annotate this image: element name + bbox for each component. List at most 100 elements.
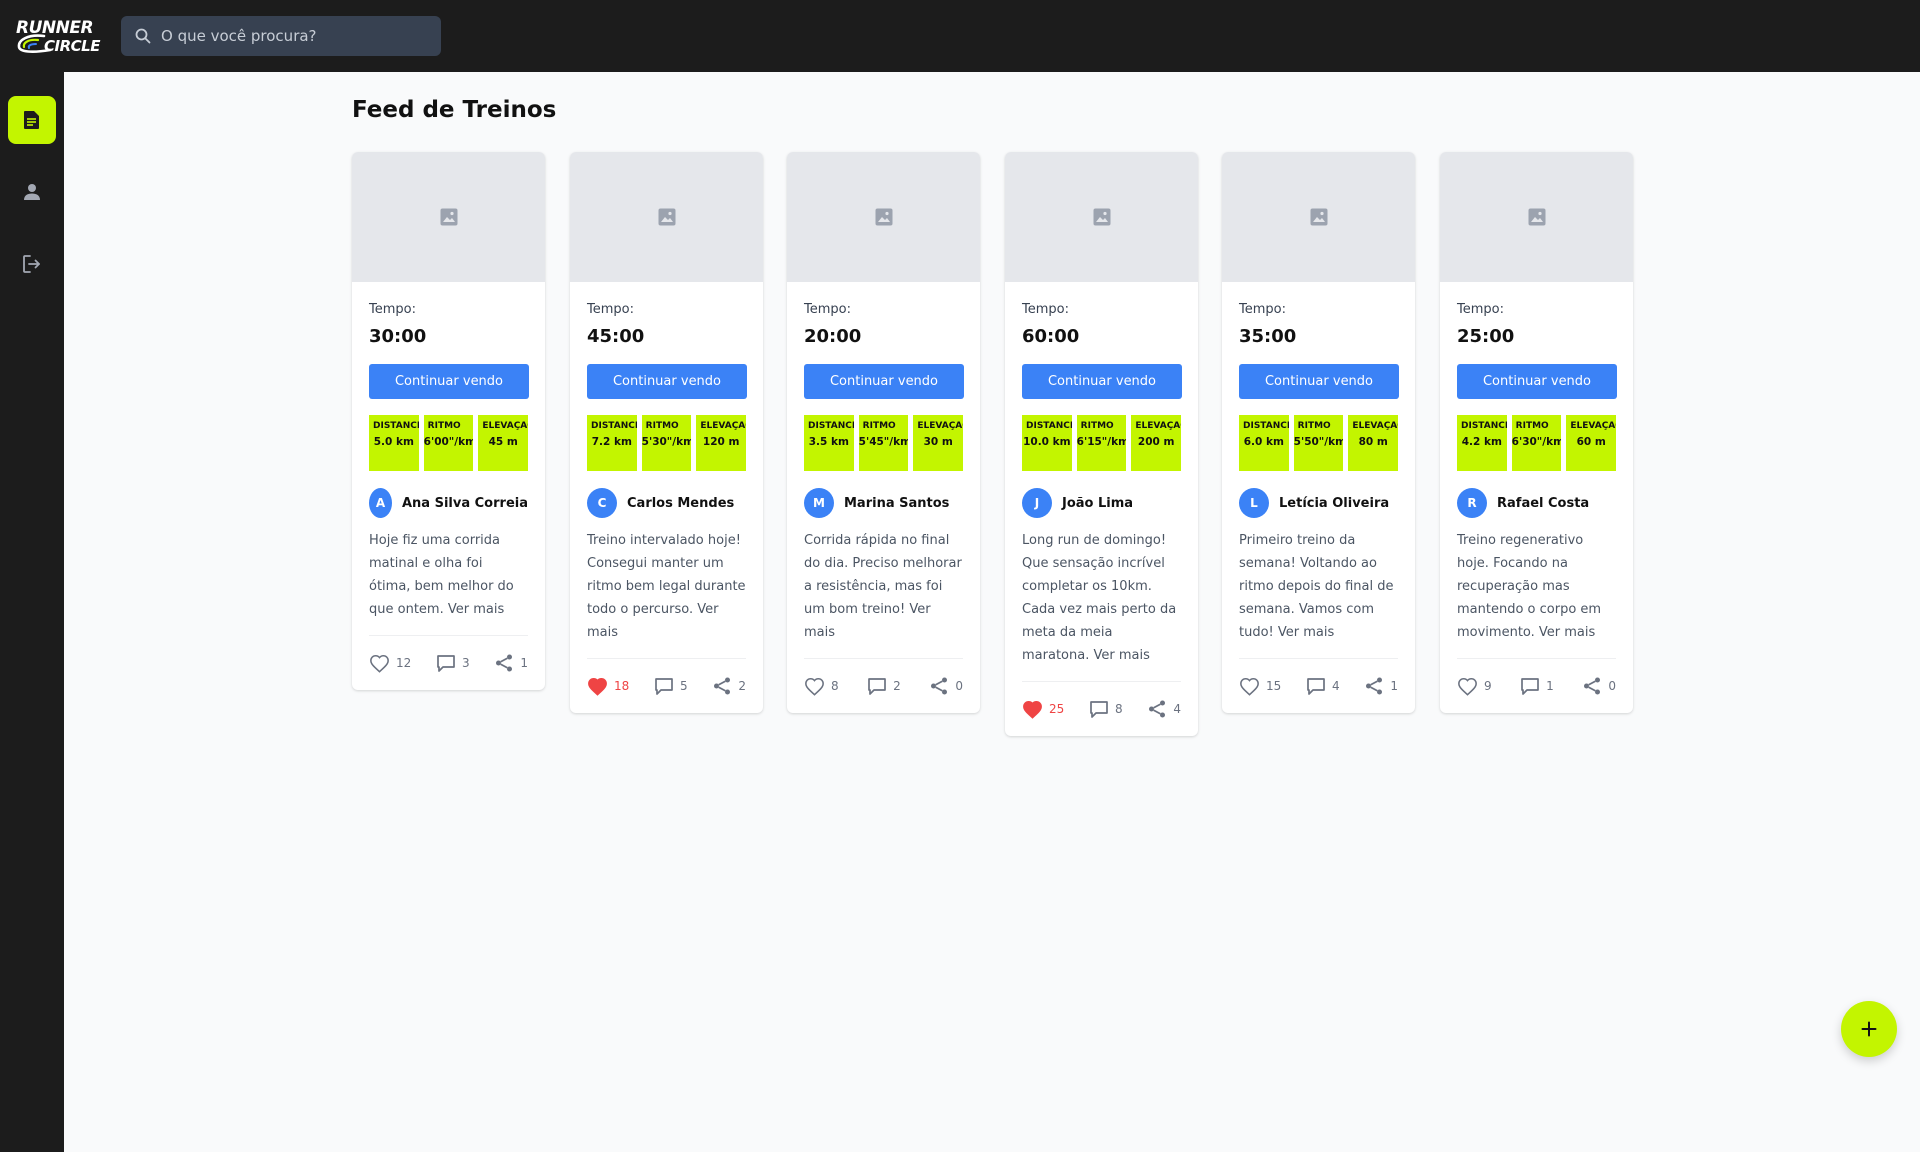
stat-label: RITMO [427, 421, 461, 431]
share-icon [496, 654, 513, 672]
like-button[interactable]: 9 [1457, 677, 1492, 696]
stat-distance: DISTÂNCIA 4.2 km [1457, 415, 1507, 471]
image-icon [1093, 208, 1110, 226]
heart-icon [1240, 677, 1259, 696]
author-name: Marina Santos [844, 495, 950, 511]
author[interactable]: C Carlos Mendes [587, 488, 746, 518]
author[interactable]: J João Lima [1022, 488, 1181, 518]
stat-label: RITMO [1080, 421, 1114, 431]
post-actions: 18 5 2 [587, 658, 746, 713]
comment-count: 8 [1115, 702, 1123, 716]
plus-icon [1861, 1021, 1877, 1037]
post-text[interactable]: Treino regenerativo hoje. Focando na rec… [1457, 529, 1616, 644]
post-image-placeholder[interactable] [787, 152, 980, 282]
time-value: 45:00 [587, 326, 645, 347]
author-name: Letícia Oliveira [1279, 495, 1390, 511]
post-image-placeholder[interactable] [1222, 152, 1415, 282]
post-image-placeholder[interactable] [352, 152, 545, 282]
continue-reading-button[interactable]: Continuar vendo [804, 364, 964, 399]
post-card: Tempo: 60:00 Continuar vendo DISTÂNCIA 1… [1005, 152, 1198, 736]
author[interactable]: A Ana Silva Correia [369, 488, 528, 518]
share-button[interactable]: 1 [1364, 676, 1398, 696]
stat-label: ELEVAÇÃO [917, 421, 963, 431]
comment-button[interactable]: 3 [436, 654, 470, 673]
like-button[interactable]: 18 [587, 677, 629, 696]
stat-label: ELEVAÇÃO [1352, 421, 1398, 431]
runner-circle-logo[interactable]: RUNNER CIRCLE [14, 18, 106, 55]
continue-reading-button[interactable]: Continuar vendo [587, 364, 747, 399]
share-button[interactable]: 2 [712, 676, 746, 696]
share-icon [931, 677, 948, 695]
like-button[interactable]: 8 [804, 677, 839, 696]
share-button[interactable]: 0 [1582, 676, 1616, 696]
comment-button[interactable]: 2 [867, 677, 901, 696]
author-name: Carlos Mendes [627, 495, 735, 511]
comment-button[interactable]: 1 [1520, 677, 1554, 696]
post-text[interactable]: Primeiro treino da semana! Voltando ao r… [1239, 529, 1398, 644]
stats-row: DISTÂNCIA 4.2 km RITMO 6'30"/km ELEVAÇÃO… [1457, 415, 1617, 471]
sidebar-item-logout[interactable] [8, 240, 56, 288]
stat-value: 45 m [488, 436, 518, 448]
avatar: J [1022, 488, 1052, 518]
author[interactable]: L Letícia Oliveira [1239, 488, 1398, 518]
post-actions: 12 3 1 [369, 635, 528, 690]
image-icon [875, 208, 892, 226]
stat-value: 3.5 km [808, 436, 849, 448]
post-image-placeholder[interactable] [1440, 152, 1633, 282]
author[interactable]: R Rafael Costa [1457, 488, 1616, 518]
stat-pace: RITMO 5'45"/km [858, 415, 909, 471]
author[interactable]: M Marina Santos [804, 488, 963, 518]
image-icon [1310, 208, 1327, 226]
like-button[interactable]: 12 [369, 654, 411, 673]
post-image-placeholder[interactable] [1005, 152, 1198, 282]
comment-button[interactable]: 5 [654, 677, 688, 696]
avatar: L [1239, 488, 1269, 518]
author-name: João Lima [1062, 495, 1134, 511]
continue-reading-button[interactable]: Continuar vendo [1457, 364, 1617, 399]
stat-label: DISTÂNCIA [1026, 421, 1072, 431]
post-actions: 8 2 0 [804, 658, 963, 713]
logo-text-runner: RUNNER [16, 18, 94, 38]
stat-value: 5'50"/km [1293, 436, 1344, 448]
author-name: Rafael Costa [1497, 495, 1590, 511]
time-value: 25:00 [1457, 326, 1515, 347]
continue-reading-button[interactable]: Continuar vendo [1239, 364, 1399, 399]
sidebar-item-feed[interactable] [8, 96, 56, 144]
stat-distance: DISTÂNCIA 7.2 km [587, 415, 637, 471]
like-count: 15 [1266, 679, 1282, 693]
comment-count: 3 [462, 656, 470, 670]
stat-elevation: ELEVAÇÃO 80 m [1348, 415, 1399, 471]
post-text[interactable]: Long run de domingo! Que sensação incrív… [1022, 529, 1181, 667]
stat-label: ELEVAÇÃO [1570, 421, 1616, 431]
stat-label: ELEVAÇÃO [482, 421, 528, 431]
stat-elevation: ELEVAÇÃO 45 m [478, 415, 529, 471]
stat-distance: DISTÂNCIA 10.0 km [1022, 415, 1072, 471]
post-card: Tempo: 35:00 Continuar vendo DISTÂNCIA 6… [1222, 152, 1415, 713]
stat-value: 4.2 km [1461, 436, 1502, 448]
like-count: 18 [614, 679, 630, 693]
post-image-placeholder[interactable] [570, 152, 763, 282]
post-actions: 15 4 1 [1239, 658, 1398, 713]
post-text[interactable]: Corrida rápida no final do dia. Preciso … [804, 529, 963, 644]
author-name: Ana Silva Correia [401, 495, 528, 511]
stat-value: 6'00"/km [423, 436, 474, 448]
sidebar-item-profile[interactable] [8, 168, 56, 216]
post-text[interactable]: Treino intervalado hoje! Consegui manter… [587, 529, 746, 644]
share-button[interactable]: 4 [1147, 699, 1181, 719]
time-label: Tempo: [587, 302, 634, 317]
comment-button[interactable]: 4 [1306, 677, 1340, 696]
time-label: Tempo: [1022, 302, 1069, 317]
continue-reading-button[interactable]: Continuar vendo [369, 364, 529, 399]
like-button[interactable]: 15 [1239, 677, 1281, 696]
avatar: R [1457, 488, 1487, 518]
share-button[interactable]: 0 [929, 676, 963, 696]
search-input[interactable] [161, 16, 431, 56]
share-icon [714, 677, 731, 695]
share-button[interactable]: 1 [494, 653, 528, 673]
like-button[interactable]: 25 [1022, 700, 1064, 719]
create-post-button[interactable] [1841, 1001, 1897, 1057]
comment-button[interactable]: 8 [1089, 700, 1123, 719]
time-label: Tempo: [804, 302, 851, 317]
continue-reading-button[interactable]: Continuar vendo [1022, 364, 1182, 399]
post-text[interactable]: Hoje fiz uma corrida matinal e olha foi … [369, 529, 528, 621]
